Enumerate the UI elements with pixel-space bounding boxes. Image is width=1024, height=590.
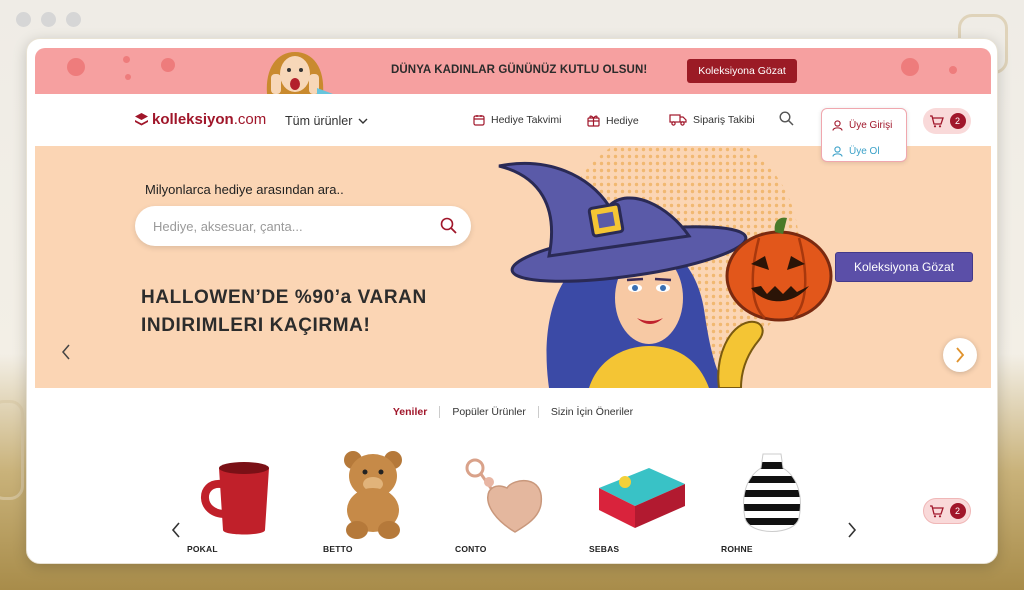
logo-icon [135, 112, 148, 125]
chevron-right-icon [956, 347, 965, 363]
search-input[interactable] [153, 216, 423, 236]
browser-window: DÜNYA KADINLAR GÜNÜNÜZ KUTLU OLSUN! Kole… [26, 38, 998, 564]
all-products-label: Tüm ürünler [285, 114, 353, 128]
hero-headline-line2: INDIRIMLERI KAÇIRMA! [141, 315, 371, 336]
logo-text: kolleksiyon [152, 111, 234, 128]
product-name: CONTO [455, 544, 487, 554]
nav-gift-calendar-label: Hediye Takvimi [491, 114, 562, 126]
chevron-right-icon[interactable] [847, 522, 857, 538]
hero-headline: HALLOWEN’DE %90’a VARAN INDIRIMLERI KAÇI… [141, 284, 501, 340]
site-logo[interactable]: kolleksiyon.com [135, 111, 266, 128]
floating-cart-button[interactable]: 2 [923, 498, 971, 524]
striped-vase-image [743, 453, 801, 532]
hero-banner: Milyonlarca hediye arasından ara.. HALLO… [35, 146, 991, 388]
hero-search-label: Milyonlarca hediye arasından ara.. [145, 182, 344, 197]
login-link[interactable]: Üye Girişi [822, 109, 906, 135]
hero-search-box [135, 206, 471, 246]
nav-gift-calendar[interactable]: Hediye Takvimi [473, 114, 561, 126]
tab-recommended[interactable]: Sizin İçin Öneriler [539, 406, 645, 418]
product-card[interactable]: SEBAS [589, 448, 689, 556]
product-name: SEBAS [589, 544, 620, 554]
nav-order-tracking[interactable]: Sipariş Takibi [669, 114, 755, 126]
decor-dot [949, 66, 957, 74]
witch-halloween-illustration [498, 146, 833, 388]
product-card[interactable]: BETTO [323, 448, 423, 556]
search-icon[interactable] [779, 111, 794, 126]
decor-dot [901, 58, 919, 76]
all-products-menu[interactable]: Tüm ürünler [285, 114, 368, 128]
calendar-icon [473, 115, 485, 126]
page-viewport: DÜNYA KADINLAR GÜNÜNÜZ KUTLU OLSUN! Kole… [35, 48, 991, 556]
cart-button[interactable]: 2 [923, 108, 971, 134]
product-name: BETTO [323, 544, 353, 554]
decor-dot [67, 58, 85, 76]
window-minimize-dot[interactable] [41, 12, 56, 27]
tab-popular[interactable]: Popüler Ürünler [440, 406, 538, 418]
truck-icon [669, 114, 687, 126]
product-name: POKAL [187, 544, 218, 554]
product-name: ROHNE [721, 544, 753, 554]
login-label: Üye Girişi [849, 119, 893, 131]
carousel-next-button[interactable] [943, 338, 977, 372]
cart-icon [929, 504, 944, 517]
window-close-dot[interactable] [16, 12, 31, 27]
decor-dot [123, 56, 130, 63]
decor-dot [125, 74, 131, 80]
nav-gift-label: Hediye [606, 114, 639, 127]
cart-count-badge: 2 [949, 503, 966, 519]
signup-link[interactable]: Üye Ol [822, 135, 906, 161]
gift-icon [587, 115, 600, 127]
decor-dot [161, 58, 175, 72]
lunch-box-image [599, 468, 685, 528]
product-card[interactable]: POKAL [187, 448, 287, 556]
heart-keychain-image [465, 458, 542, 533]
hero-collection-button[interactable]: Koleksiyona Gözat [835, 252, 973, 282]
tab-new[interactable]: Yeniler [381, 406, 439, 418]
nav-gift[interactable]: Hediye [587, 114, 639, 127]
user-icon [832, 119, 843, 131]
shouting-woman-illustration [266, 52, 333, 94]
cart-count-badge: 2 [949, 113, 966, 129]
red-mug-image [201, 462, 269, 535]
hero-headline-line1: HALLOWEN’DE %90’a VARAN [141, 287, 427, 308]
search-icon[interactable] [440, 217, 457, 234]
product-tabs: Yeniler Popüler Ürünler Sizin İçin Öneri… [35, 402, 991, 422]
promo-message: DÜNYA KADINLAR GÜNÜNÜZ KUTLU OLSUN! [391, 64, 648, 76]
teddy-bear-image [344, 451, 402, 539]
background-decoration [0, 400, 24, 500]
account-dropdown: Üye Girişi Üye Ol [821, 108, 907, 162]
promo-collection-button[interactable]: Koleksiyona Gözat [687, 59, 797, 83]
cart-icon [929, 114, 944, 127]
promo-banner: DÜNYA KADINLAR GÜNÜNÜZ KUTLU OLSUN! Kole… [35, 48, 991, 94]
product-card[interactable]: ROHNE [721, 448, 821, 556]
chevron-left-icon[interactable] [171, 522, 181, 538]
user-icon [832, 145, 843, 157]
product-card[interactable]: CONTO [455, 448, 555, 556]
nav-order-tracking-label: Sipariş Takibi [693, 114, 755, 126]
top-navigation: kolleksiyon.com Tüm ürünler Hediye Takvi… [35, 94, 991, 162]
signup-label: Üye Ol [849, 145, 880, 157]
chevron-down-icon [358, 118, 368, 124]
window-maximize-dot[interactable] [66, 12, 81, 27]
logo-suffix: .com [233, 111, 267, 128]
carousel-prev-icon[interactable] [61, 344, 71, 360]
window-controls [16, 12, 81, 27]
product-carousel: POKAL BETTO CONTO SEBAS ROHNE [35, 448, 991, 556]
